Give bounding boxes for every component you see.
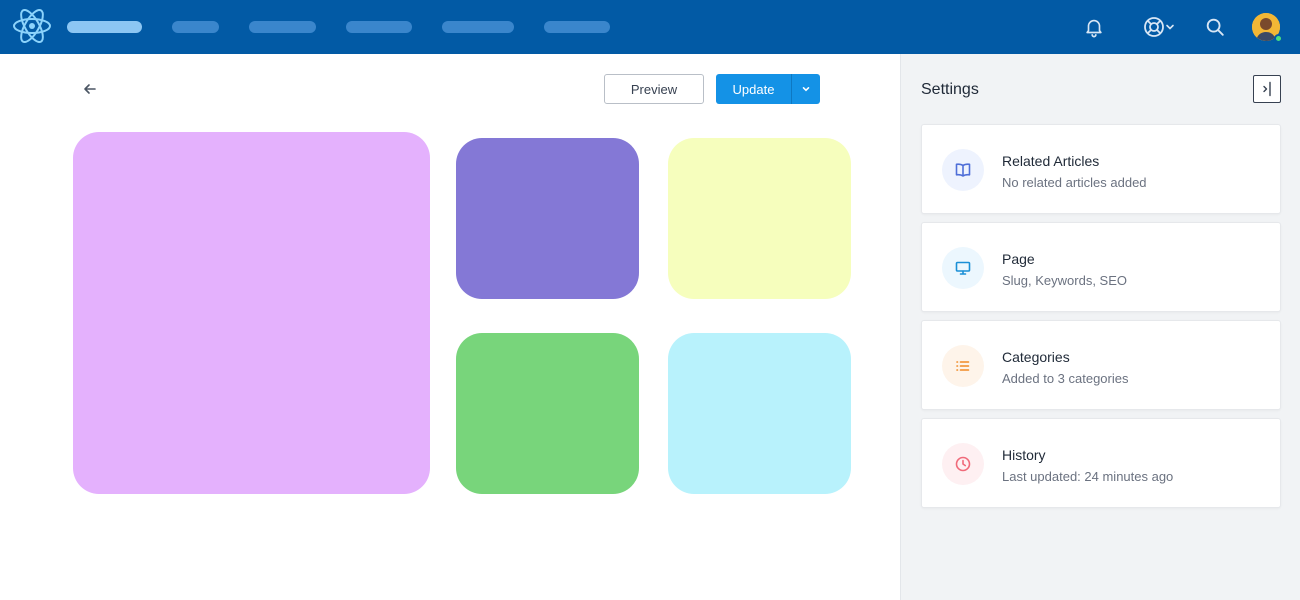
tile-yellow	[668, 138, 851, 299]
tile-large	[73, 132, 430, 494]
card-subtitle: Added to 3 categories	[1002, 371, 1129, 386]
settings-panel: Settings Related Articles No related art…	[900, 54, 1300, 600]
chevron-down-icon[interactable]	[1162, 14, 1178, 40]
nav-item-2[interactable]	[172, 21, 219, 33]
top-nav	[0, 0, 1300, 54]
monitor-icon	[942, 247, 984, 289]
update-menu-button[interactable]	[791, 74, 820, 104]
tile-green	[456, 333, 639, 494]
preview-button[interactable]: Preview	[604, 74, 704, 104]
panel-collapse-icon	[1263, 81, 1271, 97]
collapse-panel-button[interactable]	[1253, 75, 1281, 103]
card-subtitle: Slug, Keywords, SEO	[1002, 273, 1127, 288]
chevron-down-icon	[802, 87, 810, 92]
nav-item-4[interactable]	[346, 21, 412, 33]
clock-icon	[942, 443, 984, 485]
list-icon	[942, 345, 984, 387]
related-articles-card[interactable]: Related Articles No related articles add…	[921, 124, 1281, 214]
card-subtitle: Last updated: 24 minutes ago	[1002, 469, 1174, 484]
nav-item-3[interactable]	[249, 21, 316, 33]
tile-purple	[456, 138, 639, 299]
arrow-left-icon	[84, 84, 96, 94]
bell-icon[interactable]	[1081, 14, 1107, 40]
nav-item-1[interactable]	[67, 21, 142, 33]
back-button[interactable]	[80, 79, 100, 99]
card-title: Page	[1002, 251, 1035, 267]
nav-item-5[interactable]	[442, 21, 514, 33]
card-title: Related Articles	[1002, 153, 1100, 169]
card-subtitle: No related articles added	[1002, 175, 1147, 190]
book-icon	[942, 149, 984, 191]
history-card[interactable]: History Last updated: 24 minutes ago	[921, 418, 1281, 508]
update-button[interactable]: Update	[716, 74, 791, 104]
settings-title: Settings	[921, 81, 979, 98]
nav-item-6[interactable]	[544, 21, 610, 33]
tile-cyan	[668, 333, 851, 494]
card-title: History	[1002, 447, 1046, 463]
page-card[interactable]: Page Slug, Keywords, SEO	[921, 222, 1281, 312]
search-icon[interactable]	[1202, 14, 1228, 40]
card-title: Categories	[1002, 349, 1070, 365]
react-logo-icon[interactable]	[12, 6, 52, 46]
online-status-dot	[1274, 34, 1283, 43]
categories-card[interactable]: Categories Added to 3 categories	[921, 320, 1281, 410]
